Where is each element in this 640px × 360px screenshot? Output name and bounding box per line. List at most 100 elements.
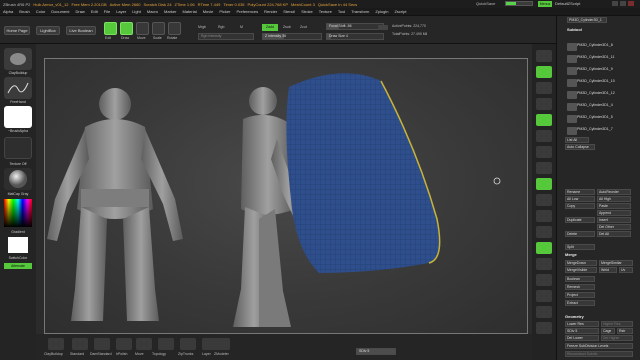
dynamic-toggle[interactable] [378, 25, 388, 30]
subtool-row[interactable]: PM3D_Cylinder3D1_10 [561, 79, 637, 89]
higher-res-button[interactable]: Higher Res [601, 321, 633, 327]
geometry-header[interactable]: Geometry [565, 314, 584, 319]
copy-button[interactable]: Copy [565, 203, 595, 209]
delete-button[interactable]: Delete [565, 231, 595, 237]
bpr-icon[interactable] [536, 50, 552, 62]
canvas-viewport[interactable] [44, 58, 528, 334]
split-button[interactable]: Split [565, 244, 595, 250]
alternate-button[interactable]: Alternate [4, 263, 32, 269]
draw-tool-icon[interactable] [120, 22, 133, 35]
subtool-row[interactable]: PM3D_Cylinder3D1_8 [561, 43, 637, 53]
zmodeler-quick-brush-icon[interactable] [214, 338, 230, 350]
default-script-button[interactable]: DefaultZScript [555, 1, 580, 6]
close-icon[interactable] [628, 1, 634, 6]
menu-item-draw[interactable]: Draw [75, 9, 84, 14]
rgb-intensity-slider[interactable]: Rgb Intensity [198, 33, 254, 40]
main-color-swatch[interactable] [8, 237, 28, 253]
standard-quick-brush-icon[interactable] [72, 338, 88, 350]
del-lower-button[interactable]: Del Lower [565, 335, 599, 341]
menu-item-brush[interactable]: Brush [19, 9, 29, 14]
aahalf-icon[interactable] [536, 130, 552, 142]
all-high-button[interactable]: All High [597, 196, 631, 202]
project-button[interactable]: Project [565, 292, 595, 298]
scroll-icon[interactable] [536, 82, 552, 94]
frame-icon[interactable] [536, 226, 552, 238]
menu-item-zscript[interactable]: Zscript [394, 9, 406, 14]
matcap-gray-material-icon[interactable] [4, 168, 32, 190]
all-low-button[interactable]: All Low [565, 196, 595, 202]
menu-item-light[interactable]: Light [132, 9, 141, 14]
del-all-button[interactable]: Del All [597, 231, 631, 237]
move-icon[interactable] [536, 242, 552, 254]
m-button[interactable]: M [240, 25, 243, 29]
zcut-button[interactable]: Zcut [300, 25, 307, 29]
draw-size-slider[interactable]: Draw Size 4 [326, 33, 384, 40]
auto-reorder-button[interactable]: AutoReorder [597, 189, 631, 195]
live-boolean-button[interactable]: Live Boolean [66, 26, 96, 35]
lightbox-button[interactable]: LightBox [36, 26, 60, 35]
merge-header[interactable]: Merge [565, 252, 577, 257]
subtool-row[interactable]: PM3D_Cylinder3D1_12 [561, 91, 637, 101]
move-quick-brush-icon[interactable] [136, 338, 152, 350]
menu-item-texture[interactable]: Texture [319, 9, 332, 14]
persp-icon[interactable] [536, 146, 552, 158]
move-tool-icon[interactable] [136, 22, 149, 35]
subtool-header[interactable]: Subtool [567, 27, 582, 32]
subtool-row[interactable]: PM3D_Cylinder3D1_4 [561, 103, 637, 113]
menu-item-stroke[interactable]: Stroke [301, 9, 313, 14]
rotate-tool-icon[interactable] [168, 22, 181, 35]
clay-buildup-brush-icon[interactable] [4, 48, 32, 70]
list-all-button[interactable]: List All [565, 137, 589, 143]
merge-similar-button[interactable]: MergeSimilar [599, 260, 633, 266]
paste-button[interactable]: Paste [597, 203, 631, 209]
del-other-button[interactable]: Del Other [597, 224, 631, 230]
menu-item-picker[interactable]: Picker [219, 9, 230, 14]
subtool-row[interactable]: PM3D_Cylinder3D1_5 [561, 115, 637, 125]
append-button[interactable]: Append [597, 210, 631, 216]
rename-button[interactable]: Rename [565, 189, 595, 195]
local-icon[interactable] [536, 178, 552, 190]
sdiv-tray-slider[interactable]: SDiv 5 [565, 328, 599, 334]
color-picker-icon[interactable] [4, 199, 32, 227]
hpolish-quick-brush-icon[interactable] [116, 338, 132, 350]
texture-off-icon[interactable] [4, 137, 32, 159]
remesh-button[interactable]: Remesh [565, 284, 595, 290]
zoom-icon[interactable] [536, 98, 552, 110]
actual-icon[interactable] [536, 114, 552, 126]
del-higher-button[interactable]: Del Higher [601, 335, 633, 341]
edit-tool-icon[interactable] [104, 22, 117, 35]
menu-item-movie[interactable]: Movie [203, 9, 214, 14]
scale-icon[interactable] [536, 258, 552, 270]
focal-shift-slider[interactable]: Focal Shift -56 [326, 23, 384, 30]
transp-icon[interactable] [536, 306, 552, 318]
menu-item-marker[interactable]: Marker [164, 9, 176, 14]
menu-item-stencil[interactable]: Stencil [283, 9, 295, 14]
zadd-button[interactable]: Zadd [262, 24, 278, 31]
lower-res-button[interactable]: Lower Res [565, 321, 599, 327]
menu-item-render[interactable]: Render [264, 9, 277, 14]
merge-visible-button[interactable]: MergeVisible [565, 267, 597, 273]
menu-item-transform[interactable]: Transform [351, 9, 369, 14]
rgb-button[interactable]: Rgb [218, 25, 224, 29]
mrgb-button[interactable]: Mrgb [198, 25, 206, 29]
merge-down-button[interactable]: MergeDown [565, 260, 597, 266]
menu-item-tool[interactable]: Tool [338, 9, 345, 14]
freehand-stroke-icon[interactable] [4, 77, 32, 99]
switch-color-button[interactable]: SwitchColor [4, 256, 32, 260]
menu-item-alpha[interactable]: Alpha [3, 9, 13, 14]
menu-item-color[interactable]: Color [36, 9, 46, 14]
extract-button[interactable]: Extract [565, 300, 595, 306]
boolean-button[interactable]: Boolean [565, 276, 595, 282]
cage-button[interactable]: Cage [601, 328, 615, 334]
menu-item-file[interactable]: File [104, 9, 110, 14]
menu-item-edit[interactable]: Edit [91, 9, 98, 14]
rstr-button[interactable]: Rstr [617, 328, 633, 334]
subtool-row[interactable]: PM3D_Cylinder3D1_11 [561, 55, 637, 65]
minimize-icon[interactable] [612, 1, 618, 6]
ziptrunks-quick-brush-icon[interactable] [180, 338, 196, 350]
see-through-slider[interactable] [505, 1, 533, 6]
xyz-icon[interactable] [536, 210, 552, 222]
menus-toggle-button[interactable]: Menus [538, 1, 552, 7]
auto-collapse-button[interactable]: Auto Collapse [565, 144, 595, 150]
lsym-icon[interactable] [536, 194, 552, 206]
